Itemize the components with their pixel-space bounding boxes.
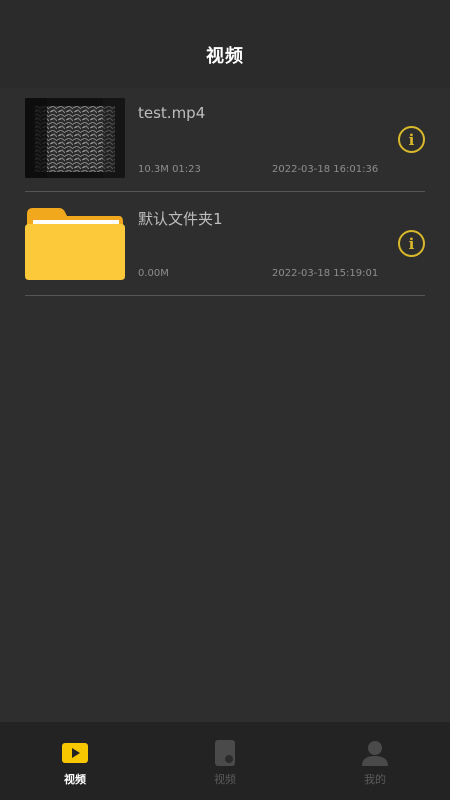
info-icon[interactable]: i bbox=[398, 230, 425, 257]
record-icon bbox=[210, 738, 240, 768]
file-size-duration: 10.3M 01:23 bbox=[138, 164, 201, 175]
file-name: test.mp4 bbox=[138, 104, 206, 122]
app-screen: 视频 test.mp4 10.3M 01:23 2022-03-18 16:01… bbox=[0, 0, 450, 800]
file-list: test.mp4 10.3M 01:23 2022-03-18 16:01:36… bbox=[0, 88, 450, 296]
tab-me[interactable]: 我的 bbox=[300, 722, 450, 800]
list-item[interactable]: test.mp4 10.3M 01:23 2022-03-18 16:01:36… bbox=[0, 88, 450, 192]
folder-size: 0.00M bbox=[138, 268, 169, 279]
video-thumbnail bbox=[25, 98, 125, 178]
bottom-tab-bar: 视频 视频 我的 bbox=[0, 722, 450, 800]
tab-label: 视频 bbox=[64, 773, 86, 786]
folder-name: 默认文件夹1 bbox=[138, 210, 223, 228]
person-icon bbox=[360, 738, 390, 768]
play-icon bbox=[60, 738, 90, 768]
file-date: 2022-03-18 16:01:36 bbox=[272, 164, 379, 175]
tab-label: 视频 bbox=[214, 773, 236, 786]
folder-date: 2022-03-18 15:19:01 bbox=[272, 268, 379, 279]
list-item[interactable]: 默认文件夹1 0.00M 2022-03-18 15:19:01 i bbox=[0, 192, 450, 296]
info-icon[interactable]: i bbox=[398, 126, 425, 153]
tab-label: 我的 bbox=[364, 773, 386, 786]
top-bar: 视频 bbox=[0, 0, 450, 88]
divider bbox=[25, 295, 425, 296]
page-title: 视频 bbox=[206, 46, 244, 67]
folder-icon bbox=[25, 202, 125, 282]
tab-record[interactable]: 视频 bbox=[150, 722, 300, 800]
tab-videos[interactable]: 视频 bbox=[0, 722, 150, 800]
